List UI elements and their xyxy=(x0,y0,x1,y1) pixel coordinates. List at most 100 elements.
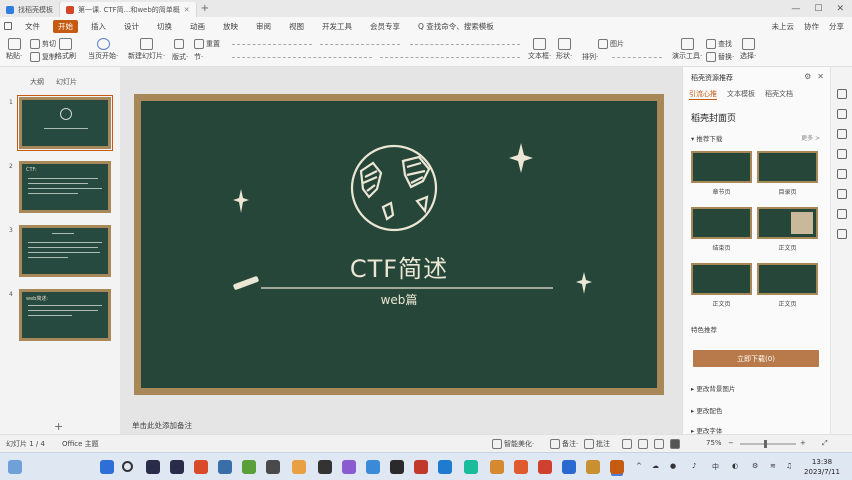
textbox-button[interactable]: 文本框· xyxy=(528,38,551,61)
reset-button[interactable]: 重置 xyxy=(194,39,220,49)
normal-view-icon[interactable] xyxy=(622,439,632,449)
menu-view[interactable]: 视图 xyxy=(284,20,309,33)
maximize-icon[interactable]: ☐ xyxy=(814,4,822,14)
design-icon[interactable] xyxy=(837,109,847,119)
template-toc[interactable] xyxy=(757,151,818,183)
play-from-current-button[interactable]: 当页开始· xyxy=(88,38,118,61)
share-icon[interactable] xyxy=(837,189,847,199)
shape-button[interactable]: 形状· xyxy=(556,38,572,61)
replace-button[interactable]: 替换· xyxy=(706,52,734,62)
template-body[interactable] xyxy=(757,207,818,239)
format-painter-button[interactable]: 格式刷 xyxy=(55,38,76,61)
tab-outline[interactable]: 大纲 xyxy=(30,77,44,87)
slide-thumb-4[interactable]: web简述: xyxy=(19,289,111,341)
notes-placeholder[interactable]: 单击此处添加备注 xyxy=(132,420,192,431)
find-button[interactable]: 查找 xyxy=(706,39,732,49)
menu-home[interactable]: 开始 xyxy=(53,19,78,33)
mic-icon[interactable]: ♪ xyxy=(692,462,696,470)
volume-icon[interactable]: ♫ xyxy=(786,462,792,470)
animation-icon[interactable] xyxy=(837,129,847,139)
download-button[interactable]: 立即下载(0) xyxy=(693,350,819,367)
menu-transition[interactable]: 切换 xyxy=(152,20,177,33)
app-icon[interactable] xyxy=(194,460,208,474)
more-link[interactable]: 更多 > xyxy=(801,133,820,142)
collaborate-button[interactable]: 协作 xyxy=(804,21,819,32)
menu-file[interactable]: 文件 xyxy=(20,20,45,33)
menu-developer[interactable]: 开发工具 xyxy=(317,20,357,33)
app-icon[interactable] xyxy=(366,460,380,474)
menu-review[interactable]: 审阅 xyxy=(251,20,276,33)
format-group[interactable] xyxy=(612,57,662,59)
template-chapter[interactable] xyxy=(691,151,752,183)
close-window-icon[interactable]: ✕ xyxy=(836,4,844,14)
section-button[interactable]: 节· xyxy=(194,52,203,62)
tray-icon[interactable]: ● xyxy=(670,462,676,470)
notes-button[interactable]: 备注· xyxy=(550,439,578,449)
app-icon[interactable] xyxy=(586,460,600,474)
slideshow-play-icon[interactable] xyxy=(670,439,680,449)
align-group[interactable] xyxy=(380,57,520,59)
app-icon[interactable] xyxy=(266,460,280,474)
sorter-view-icon[interactable] xyxy=(638,439,648,449)
cut-button[interactable]: 剪切 xyxy=(30,39,56,49)
app-icon[interactable] xyxy=(538,460,552,474)
tray-icon[interactable]: ◐ xyxy=(732,462,738,470)
template-body[interactable] xyxy=(757,263,818,295)
object-icon[interactable] xyxy=(837,149,847,159)
share-button[interactable]: 分享 xyxy=(829,21,844,32)
slide-thumb-3[interactable] xyxy=(19,225,111,277)
font-size-box[interactable] xyxy=(320,44,400,46)
slide-thumb-2[interactable]: CTF: xyxy=(19,161,111,213)
menu-member[interactable]: 会员专享 xyxy=(365,20,405,33)
zoom-in-icon[interactable]: + xyxy=(800,439,806,447)
history-icon[interactable] xyxy=(837,169,847,179)
app-icon[interactable] xyxy=(242,460,256,474)
zoom-level[interactable]: 75% xyxy=(706,439,722,447)
reading-view-icon[interactable] xyxy=(654,439,664,449)
layout-icon[interactable] xyxy=(174,39,184,49)
font-format-group[interactable] xyxy=(232,57,372,59)
paste-button[interactable]: 粘贴· xyxy=(6,38,22,61)
wifi-icon[interactable]: ≋ xyxy=(770,462,776,470)
app-icon[interactable] xyxy=(390,460,404,474)
cloud-icon[interactable]: ☁ xyxy=(652,462,659,470)
app-icon[interactable] xyxy=(218,460,232,474)
app-icon[interactable] xyxy=(146,460,160,474)
add-slide-button[interactable]: + xyxy=(54,420,63,433)
tray-arrow-icon[interactable]: ^ xyxy=(636,462,642,470)
zoom-out-icon[interactable]: − xyxy=(728,439,734,447)
tab-slides[interactable]: 幻灯片 xyxy=(56,77,77,87)
slide-title[interactable]: CTF简述 xyxy=(141,249,657,284)
search-icon[interactable] xyxy=(122,461,133,472)
system-clock[interactable]: 13:38 2023/7/11 xyxy=(800,457,844,477)
menu-animation[interactable]: 动画 xyxy=(185,20,210,33)
template-body[interactable] xyxy=(691,263,752,295)
zoom-slider[interactable] xyxy=(740,443,796,445)
start-icon[interactable] xyxy=(100,460,114,474)
app-icon[interactable] xyxy=(562,460,576,474)
slide-subtitle[interactable]: web篇 xyxy=(141,291,657,308)
close-tab-icon[interactable]: ✕ xyxy=(184,6,190,14)
wps-presentation-icon[interactable] xyxy=(610,460,624,474)
app-icon[interactable] xyxy=(170,460,184,474)
app-icon[interactable] xyxy=(514,460,528,474)
section-recommended[interactable]: ▾ 推荐下载 xyxy=(691,133,722,143)
close-pane-icon[interactable]: ✕ xyxy=(817,72,824,81)
new-tab-button[interactable]: + xyxy=(201,3,209,14)
app-icon[interactable] xyxy=(438,460,452,474)
tab-templates[interactable]: 找稻壳模板 xyxy=(0,2,60,17)
cloud-status[interactable]: 未上云 xyxy=(772,21,795,32)
tray-icon[interactable]: ⚙ xyxy=(752,462,758,470)
comments-button[interactable]: 批注 xyxy=(584,439,610,449)
copy-button[interactable]: 复制 xyxy=(30,52,56,62)
beautify-button[interactable]: 智能美化· xyxy=(492,439,534,449)
more-icon[interactable] xyxy=(837,229,847,239)
current-slide[interactable]: CTF简述 web篇 xyxy=(134,94,664,395)
app-icon[interactable] xyxy=(490,460,504,474)
backup-icon[interactable] xyxy=(837,209,847,219)
fit-window-icon[interactable]: ⤢ xyxy=(822,439,828,448)
weather-icon[interactable] xyxy=(8,460,22,474)
arrange-button[interactable]: 排列· xyxy=(582,52,598,62)
tab-recommend[interactable]: 引流心推 xyxy=(689,89,717,100)
app-icon[interactable] xyxy=(464,460,478,474)
